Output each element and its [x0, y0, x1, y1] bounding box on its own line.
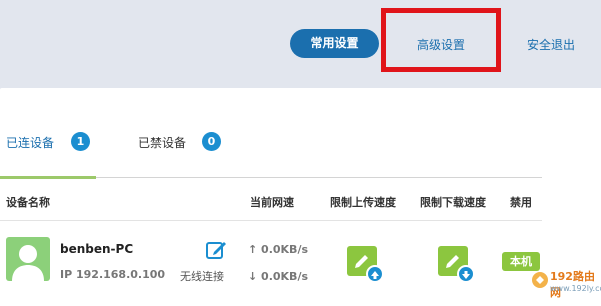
- header-current-speed: 当前网速: [250, 196, 294, 209]
- current-upload-speed: ↑ 0.0KB/s: [248, 243, 309, 256]
- device-ip: IP 192.168.0.100: [60, 268, 166, 281]
- nav-logout[interactable]: 安全退出: [527, 36, 575, 53]
- edit-icon[interactable]: [205, 239, 227, 261]
- watermark-logo: 192路由网 www.192ly.com: [528, 266, 601, 306]
- header-divider: [0, 220, 542, 221]
- header-upload-limit: 限制上传速度: [330, 196, 396, 209]
- watermark-url: www.192ly.com: [550, 284, 601, 293]
- header-disable: 禁用: [510, 196, 532, 209]
- tab-connected-devices[interactable]: 已连设备: [6, 134, 54, 151]
- tab-divider: [96, 177, 542, 178]
- connection-type: 无线连接: [180, 270, 224, 283]
- arrow-up-icon: [366, 265, 384, 283]
- highlight-annotation-box: [381, 8, 501, 72]
- blocked-count-badge: 0: [202, 132, 221, 151]
- device-name: benben-PC: [60, 242, 134, 256]
- avatar-user-icon: [6, 237, 50, 281]
- arrow-down-icon: [457, 265, 475, 283]
- upload-limit-button[interactable]: [347, 246, 384, 283]
- top-navigation: 常用设置 高级设置 安全退出: [0, 0, 601, 88]
- connected-count-badge: 1: [71, 132, 90, 151]
- active-tab-indicator: [0, 176, 96, 179]
- download-limit-button[interactable]: [438, 246, 475, 283]
- header-device-name: 设备名称: [6, 196, 50, 209]
- nav-common-settings[interactable]: 常用设置: [290, 29, 379, 58]
- header-download-limit: 限制下载速度: [420, 196, 486, 209]
- router-logo-icon: [532, 272, 548, 288]
- tab-blocked-devices[interactable]: 已禁设备: [138, 134, 186, 151]
- current-download-speed: ↓ 0.0KB/s: [248, 270, 309, 283]
